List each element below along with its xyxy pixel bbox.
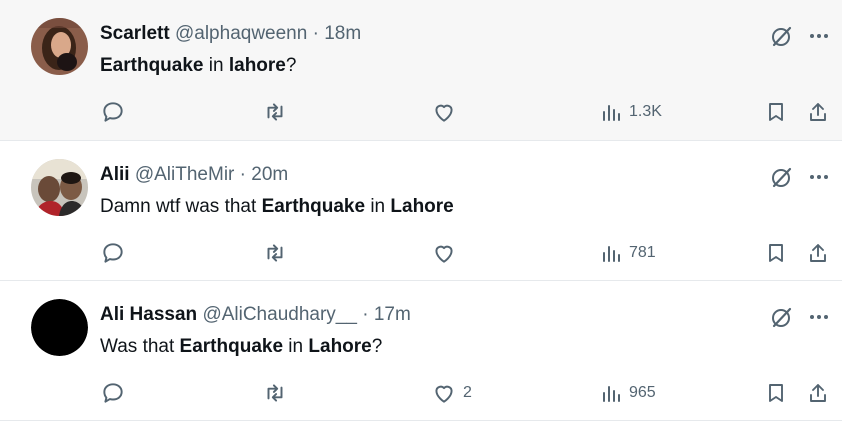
retweet-icon (267, 384, 283, 402)
share-button[interactable] (806, 378, 830, 408)
tweet-text: Damn wtf was that Earthquake in Lahore (100, 194, 454, 220)
views-button[interactable]: 965 (599, 378, 656, 408)
reply-button[interactable] (100, 238, 132, 268)
author-handle[interactable]: @alphaqweenn (175, 23, 307, 44)
action-bar: 2 965 (0, 378, 842, 408)
views-icon (603, 105, 620, 121)
separator-dot: · (312, 23, 319, 44)
author-name[interactable]: Scarlett (100, 23, 170, 44)
text-segment[interactable]: Earthquake (180, 336, 283, 357)
action-bar: 781 (0, 238, 842, 268)
timeline-feed: Scarlett @alphaqweenn · 18m Earthquake i… (0, 0, 850, 427)
text-segment: in (283, 336, 309, 357)
views-icon (603, 246, 620, 262)
retweet-button[interactable] (262, 238, 294, 268)
tweet-text: Earthquake in lahore? (100, 53, 296, 79)
bookmark-button[interactable] (764, 378, 788, 408)
share-icon (810, 103, 826, 121)
reply-icon (103, 243, 123, 263)
grok-icon[interactable] (768, 303, 796, 331)
bookmark-button[interactable] (764, 97, 788, 127)
like-icon (435, 245, 453, 263)
reply-button[interactable] (100, 378, 132, 408)
tweet-header: Alii @AliTheMir · 20m (100, 163, 288, 187)
action-bar: 1.3K (0, 97, 842, 127)
separator-dot: · (239, 164, 246, 185)
views-count: 1.3K (629, 103, 662, 120)
timestamp[interactable]: 17m (374, 304, 411, 325)
avatar[interactable] (31, 159, 88, 216)
timestamp[interactable]: 18m (324, 23, 361, 44)
separator-dot: · (362, 304, 369, 325)
like-icon (435, 385, 453, 403)
author-name[interactable]: Ali Hassan (100, 304, 197, 325)
timestamp[interactable]: 20m (251, 164, 288, 185)
text-segment: Damn wtf was that (100, 196, 262, 217)
grok-icon[interactable] (768, 22, 796, 50)
like-icon (435, 104, 453, 122)
reply-icon (103, 102, 123, 122)
avatar[interactable] (31, 18, 88, 75)
bookmark-icon (769, 103, 783, 121)
grok-icon[interactable] (768, 163, 796, 191)
views-count: 965 (629, 384, 656, 401)
tweet[interactable]: Scarlett @alphaqweenn · 18m Earthquake i… (0, 0, 842, 141)
retweet-button[interactable] (262, 378, 294, 408)
text-segment[interactable]: Earthquake (262, 196, 365, 217)
views-count: 781 (629, 244, 656, 261)
reply-icon (103, 383, 123, 403)
text-segment[interactable]: Lahore (390, 196, 453, 217)
more-icon[interactable] (805, 303, 833, 331)
share-button[interactable] (806, 97, 830, 127)
text-segment: in (365, 196, 391, 217)
retweet-button[interactable] (262, 97, 294, 127)
text-segment: Was that (100, 336, 180, 357)
more-icon[interactable] (805, 163, 833, 191)
views-button[interactable]: 781 (599, 238, 656, 268)
text-segment[interactable]: Earthquake (100, 55, 203, 76)
retweet-icon (267, 244, 283, 262)
text-segment: ? (285, 55, 297, 76)
text-segment: ? (371, 336, 383, 357)
like-button[interactable] (431, 97, 463, 127)
tweet[interactable]: Alii @AliTheMir · 20m Damn wtf was that … (0, 141, 842, 281)
text-segment[interactable]: Lahore (308, 336, 371, 357)
views-button[interactable]: 1.3K (599, 97, 662, 127)
bookmark-icon (769, 384, 783, 402)
share-icon (810, 384, 826, 402)
author-handle[interactable]: @AliTheMir (135, 164, 235, 185)
like-count: 2 (463, 384, 472, 401)
author-name[interactable]: Alii (100, 164, 130, 185)
like-button[interactable]: 2 (431, 378, 472, 408)
views-icon (603, 386, 620, 402)
retweet-icon (267, 103, 283, 121)
reply-button[interactable] (100, 97, 132, 127)
bookmark-button[interactable] (764, 238, 788, 268)
tweet-header: Scarlett @alphaqweenn · 18m (100, 22, 361, 46)
bookmark-icon (769, 244, 783, 262)
more-icon[interactable] (805, 22, 833, 50)
like-button[interactable] (431, 238, 463, 268)
tweet[interactable]: Ali Hassan @AliChaudhary__ · 17m Was tha… (0, 281, 842, 421)
text-segment[interactable]: lahore (229, 55, 286, 76)
avatar[interactable] (31, 299, 88, 356)
tweet-header: Ali Hassan @AliChaudhary__ · 17m (100, 303, 411, 327)
author-handle[interactable]: @AliChaudhary__ (202, 304, 357, 325)
share-icon (810, 244, 826, 262)
tweet-text: Was that Earthquake in Lahore? (100, 334, 382, 360)
text-segment: in (203, 55, 229, 76)
share-button[interactable] (806, 238, 830, 268)
